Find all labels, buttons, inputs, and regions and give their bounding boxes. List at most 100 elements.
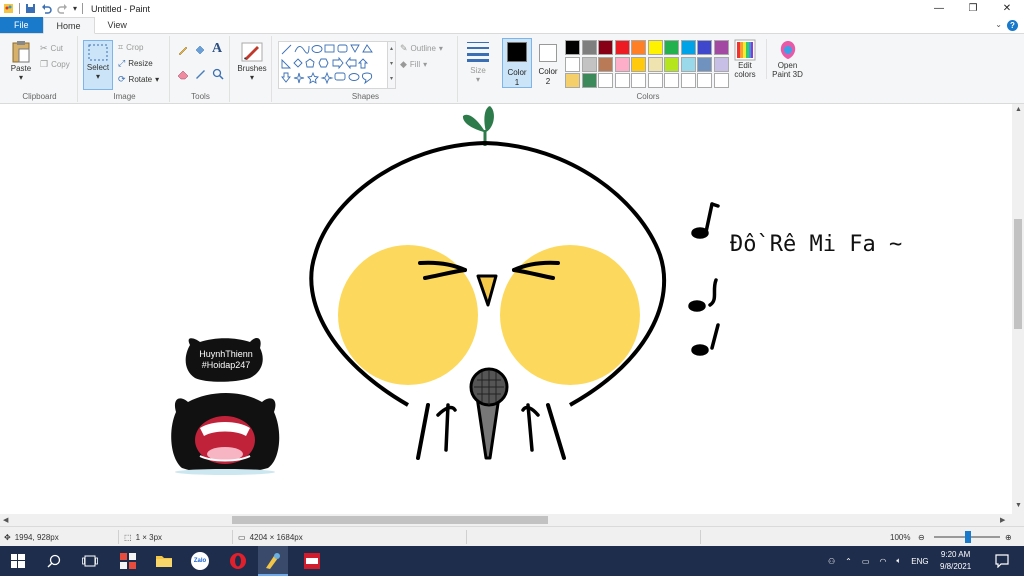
customize-toolbar-icon[interactable]: ▾ <box>73 4 77 13</box>
undo-icon[interactable] <box>41 3 52 14</box>
fill-bucket-icon[interactable] <box>194 44 206 56</box>
color-swatch[interactable] <box>565 56 580 72</box>
canvas-text[interactable]: Đồ Rê Mi Fa ~ <box>730 232 902 257</box>
horizontal-scrollbar[interactable]: ◀ ▶ <box>0 514 1012 526</box>
pencil-icon[interactable] <box>177 44 189 56</box>
brushes-button[interactable]: Brushes ▾ <box>235 40 269 82</box>
cut-button[interactable]: ✂ Cut <box>40 43 63 54</box>
size-button[interactable]: Size ▾ <box>460 40 496 84</box>
notifications-button[interactable] <box>992 551 1012 571</box>
crop-button[interactable]: ⌗ Crop <box>118 42 143 53</box>
color-picker-icon[interactable] <box>194 68 206 80</box>
tab-home[interactable]: Home <box>42 17 95 34</box>
tab-file[interactable]: File <box>0 17 43 33</box>
minimize-button[interactable]: — <box>922 0 956 17</box>
color-swatch[interactable] <box>614 40 630 55</box>
color-swatch[interactable] <box>680 56 696 72</box>
select-button[interactable]: Select ▾ <box>83 40 113 90</box>
horizontal-scroll-thumb[interactable] <box>232 516 548 524</box>
taskbar-paint-active[interactable] <box>258 546 288 576</box>
task-view-button[interactable] <box>80 551 100 571</box>
color-swatch[interactable] <box>598 73 613 88</box>
color-swatch[interactable] <box>647 56 663 72</box>
redo-icon[interactable] <box>57 3 68 14</box>
paste-button[interactable]: Paste ▾ <box>6 40 36 82</box>
color2-button[interactable]: Color 2 <box>534 38 562 88</box>
color-swatch[interactable] <box>581 73 597 88</box>
close-button[interactable]: ✕ <box>990 0 1024 17</box>
color1-button[interactable]: Color 1 <box>502 38 532 88</box>
shapes-gallery-scroll[interactable]: ▴ ▾ ▾ <box>388 41 396 89</box>
zoom-in-button[interactable]: ⊕ <box>1005 527 1012 547</box>
vertical-scroll-thumb[interactable] <box>1014 219 1022 329</box>
color-swatch[interactable] <box>598 56 613 72</box>
shapes-gallery[interactable] <box>278 41 388 89</box>
eraser-icon[interactable] <box>177 68 189 80</box>
color-swatch[interactable] <box>713 73 729 88</box>
volume-icon[interactable]: 🔈︎ <box>896 556 901 566</box>
color-swatch[interactable] <box>598 40 613 55</box>
scroll-down-icon[interactable]: ▼ <box>1015 502 1022 509</box>
color-swatch[interactable] <box>697 73 712 88</box>
color-swatch[interactable] <box>647 40 663 55</box>
resize-button[interactable]: ⤢ Resize <box>118 58 153 69</box>
color-swatch[interactable] <box>664 73 679 88</box>
network-icon[interactable]: ◠ <box>879 557 886 566</box>
outline-button[interactable]: ✎ Outline ▾ <box>400 43 443 54</box>
color-swatch[interactable] <box>614 56 630 72</box>
rotate-button[interactable]: ⟳ Rotate ▾ <box>118 74 159 85</box>
edit-colors-button[interactable]: Edit colors <box>730 39 760 79</box>
language-indicator[interactable]: ENG <box>911 557 928 566</box>
magnifier-icon[interactable] <box>212 68 224 80</box>
maximize-button[interactable]: ❐ <box>956 0 990 17</box>
battery-icon[interactable]: ▭ <box>862 557 870 566</box>
paint-taskbar-icon <box>266 553 280 569</box>
color-swatch[interactable] <box>614 73 630 88</box>
taskbar-opera[interactable] <box>228 551 248 571</box>
start-button[interactable] <box>8 551 28 571</box>
color-swatch[interactable] <box>581 40 597 55</box>
canvas-area[interactable]: HuynhThienn #Hoidap247 Đồ Rê Mi Fa ~ <box>0 104 1012 514</box>
color-swatch[interactable] <box>581 56 597 72</box>
color-swatch[interactable] <box>565 40 580 55</box>
drawing[interactable] <box>0 104 1012 514</box>
text-tool-icon[interactable]: A <box>212 41 222 57</box>
window-title: Untitled - Paint <box>91 3 151 14</box>
open-paint3d-button[interactable]: Open Paint 3D <box>766 39 808 79</box>
zoom-slider-thumb[interactable] <box>965 531 971 543</box>
scroll-left-icon[interactable]: ◀ <box>3 516 8 524</box>
microphone-icon <box>469 367 509 460</box>
color-swatch[interactable] <box>697 40 712 55</box>
help-icon[interactable]: ? <box>1007 20 1018 31</box>
color-swatch[interactable] <box>565 73 580 88</box>
scroll-up-icon[interactable]: ▲ <box>1015 106 1022 113</box>
color-swatch[interactable] <box>631 40 646 55</box>
color-swatch[interactable] <box>664 40 679 55</box>
color-swatch[interactable] <box>631 56 646 72</box>
collapse-ribbon-icon[interactable]: ⌄ <box>995 20 1002 29</box>
color-swatch[interactable] <box>680 40 696 55</box>
clock[interactable]: 9:20 AM 9/8/2021 <box>940 549 971 573</box>
color-swatch[interactable] <box>631 73 646 88</box>
color-swatch[interactable] <box>647 73 663 88</box>
paste-label: Paste <box>10 64 32 73</box>
search-button[interactable] <box>44 551 64 571</box>
copy-button[interactable]: ❐ Copy <box>40 59 70 70</box>
taskbar-app-grid[interactable] <box>118 551 138 571</box>
scroll-right-icon[interactable]: ▶ <box>1000 516 1005 524</box>
fill-button[interactable]: ◆ Fill ▾ <box>400 59 427 70</box>
taskbar-pinned-app[interactable] <box>302 551 322 571</box>
color-swatch[interactable] <box>697 56 712 72</box>
color-swatch[interactable] <box>680 73 696 88</box>
tab-view[interactable]: View <box>95 17 140 33</box>
zoom-out-button[interactable]: ⊖ <box>918 527 925 547</box>
vertical-scrollbar[interactable]: ▲ ▼ <box>1012 104 1024 526</box>
color-swatch[interactable] <box>664 56 679 72</box>
color-swatch[interactable] <box>713 40 729 55</box>
taskbar-zalo[interactable]: Zalo <box>190 551 210 571</box>
people-icon[interactable]: ⚇ <box>828 557 835 566</box>
taskbar-file-explorer[interactable] <box>154 551 174 571</box>
show-hidden-icons[interactable]: ⌃ <box>845 557 852 566</box>
color-swatch[interactable] <box>713 56 729 72</box>
save-icon[interactable] <box>25 3 36 14</box>
